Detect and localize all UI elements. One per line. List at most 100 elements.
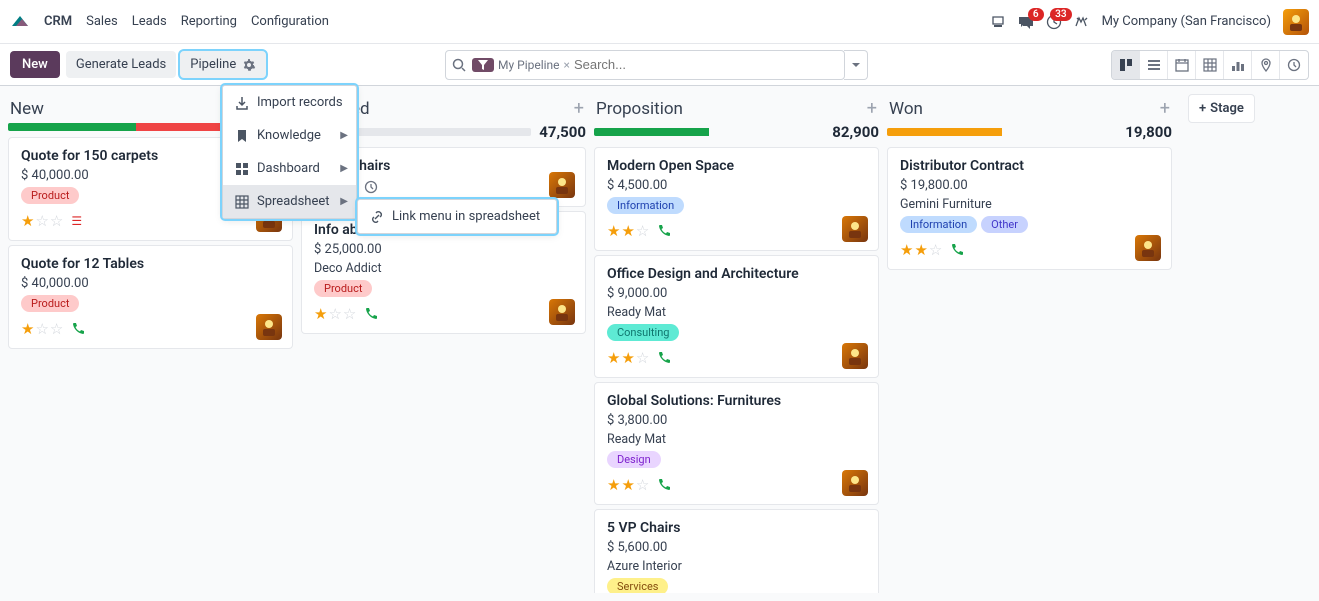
star-icon[interactable]: ☆ [636,349,649,367]
tag[interactable]: Design [607,451,661,468]
kanban-card[interactable]: Quote for 12 Tables $ 40,000.00 Product … [8,245,293,349]
search-options-caret[interactable] [844,50,868,80]
column-title[interactable]: New [10,99,44,119]
pipeline-button[interactable]: Pipeline [180,51,266,78]
column-add-icon[interactable]: + [574,98,584,119]
debug-icon[interactable] [1074,14,1090,30]
calendar-view-icon[interactable] [1168,51,1196,79]
assignee-avatar[interactable] [1135,235,1161,261]
star-icon[interactable]: ★ [314,305,327,323]
star-icon[interactable]: ☆ [636,222,649,240]
phone-icon[interactable] [657,224,671,238]
kanban-card[interactable]: 5 VP Chairs $ 5,600.00 Azure Interior Se… [594,509,879,593]
assignee-avatar[interactable] [842,216,868,242]
star-icon[interactable]: ★ [621,476,634,494]
assignee-avatar[interactable] [256,314,282,340]
star-icon[interactable]: ★ [621,222,634,240]
new-button[interactable]: New [10,51,60,78]
clock-icon[interactable] [364,180,378,194]
priority-stars[interactable]: ★★☆ [607,349,649,367]
search-input[interactable] [574,57,838,72]
tag[interactable]: Product [21,187,79,204]
filter-text[interactable]: My Pipeline × [498,58,570,72]
star-icon[interactable]: ★ [607,349,620,367]
nav-reporting[interactable]: Reporting [181,14,237,29]
star-icon[interactable]: ☆ [35,212,48,230]
tag[interactable]: Product [314,280,372,297]
priority-stars[interactable]: ★☆☆ [314,305,356,323]
star-icon[interactable]: ☆ [50,320,63,338]
kanban-view-icon[interactable] [1112,51,1140,79]
phone-icon[interactable] [657,478,671,492]
column-add-icon[interactable]: + [1160,98,1170,119]
nav-configuration[interactable]: Configuration [251,14,329,29]
star-icon[interactable]: ★ [621,349,634,367]
card-subtitle: Ready Mat [607,432,866,447]
tag[interactable]: Services [607,578,668,593]
assignee-avatar[interactable] [549,172,575,198]
assignee-avatar[interactable] [549,299,575,325]
tag[interactable]: Consulting [607,324,679,341]
tag[interactable]: Information [900,216,977,233]
kanban-card[interactable]: Office Design and Architecture $ 9,000.0… [594,255,879,378]
pivot-view-icon[interactable] [1196,51,1224,79]
kanban-card[interactable]: Distributor Contract $ 19,800.00 Gemini … [887,147,1172,270]
star-icon[interactable]: ★ [607,476,620,494]
add-stage-button[interactable]: +Stage [1188,94,1255,123]
priority-stars[interactable]: ★★☆ [607,222,649,240]
tag[interactable]: Other [981,216,1028,233]
search-box[interactable]: My Pipeline × [445,50,845,80]
tag[interactable]: Information [607,197,684,214]
priority-stars[interactable]: ★☆☆ [21,212,63,230]
generate-leads-button[interactable]: Generate Leads [66,51,176,78]
star-icon[interactable]: ☆ [328,305,341,323]
star-icon[interactable]: ★ [914,241,927,259]
graph-view-icon[interactable] [1224,51,1252,79]
app-name[interactable]: CRM [44,14,72,29]
star-icon[interactable]: ★ [900,241,913,259]
phone-icon[interactable] [950,243,964,257]
view-switcher [1111,50,1309,80]
phone-icon[interactable] [364,307,378,321]
dropdown-dashboard[interactable]: Dashboard ▶ [223,152,356,185]
tag[interactable]: Product [21,295,79,312]
star-icon[interactable]: ☆ [35,320,48,338]
star-icon[interactable]: ☆ [636,476,649,494]
filter-chip[interactable] [472,58,494,72]
card-amount: $ 5,600.00 [607,540,866,555]
submenu-link-spreadsheet[interactable]: Link menu in spreadsheet [358,200,556,233]
priority-stars[interactable]: ★☆☆ [21,320,63,338]
card-tags: Product [314,280,573,301]
star-icon[interactable]: ☆ [50,212,63,230]
activity-view-icon[interactable] [1280,51,1308,79]
column-add-icon[interactable]: + [867,98,877,119]
assignee-avatar[interactable] [842,343,868,369]
column-title[interactable]: Won [889,99,923,119]
assignee-avatar[interactable] [842,470,868,496]
dropdown-knowledge[interactable]: Knowledge ▶ [223,119,356,152]
priority-stars[interactable]: ★★☆ [607,476,649,494]
star-icon[interactable]: ☆ [343,305,356,323]
dropdown-import[interactable]: Import records [223,86,356,119]
dropdown-spreadsheet[interactable]: Spreadsheet ▶ [223,185,356,218]
star-icon[interactable]: ★ [21,212,34,230]
nav-leads[interactable]: Leads [132,14,167,29]
phone-icon[interactable] [71,322,85,336]
list-view-icon[interactable] [1140,51,1168,79]
messages-icon[interactable]: 6 [1018,14,1034,30]
priority-stars[interactable]: ★★☆ [900,241,942,259]
phone-icon[interactable] [657,351,671,365]
column-title[interactable]: Proposition [596,99,683,119]
filter-remove-icon[interactable]: × [564,58,570,72]
nav-sales[interactable]: Sales [86,14,118,29]
star-icon[interactable]: ★ [21,320,34,338]
user-avatar[interactable] [1283,9,1309,35]
company-selector[interactable]: My Company (San Francisco) [1102,14,1271,29]
activities-icon[interactable]: 33 [1046,14,1062,30]
star-icon[interactable]: ★ [607,222,620,240]
map-view-icon[interactable] [1252,51,1280,79]
kanban-card[interactable]: Global Solutions: Furnitures $ 3,800.00 … [594,382,879,505]
voip-icon[interactable] [990,14,1006,30]
star-icon[interactable]: ☆ [929,241,942,259]
kanban-card[interactable]: Modern Open Space $ 4,500.00 Information… [594,147,879,251]
